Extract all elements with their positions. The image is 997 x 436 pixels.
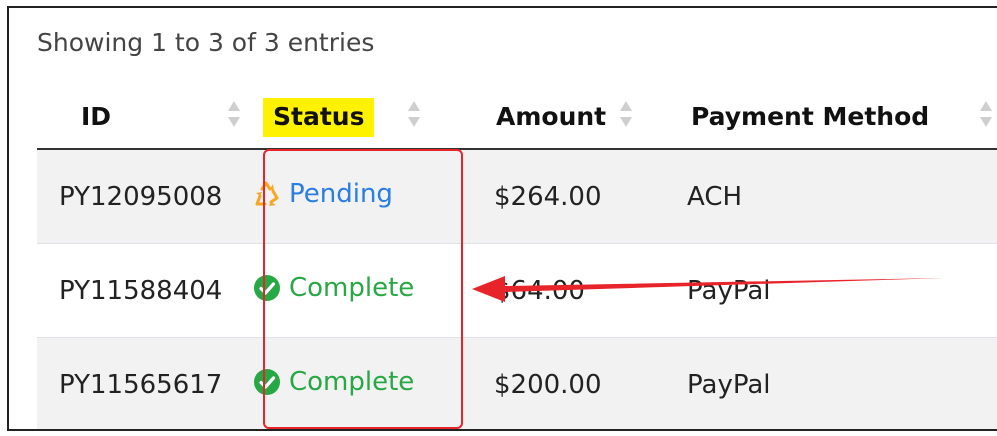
sort-icon[interactable] bbox=[227, 101, 240, 129]
status-label: Complete bbox=[289, 366, 415, 397]
sort-icon[interactable] bbox=[407, 101, 420, 129]
recycle-icon bbox=[255, 181, 279, 206]
cell-payment-method: ACH bbox=[647, 148, 997, 244]
column-header-label: Status bbox=[263, 98, 375, 138]
column-header-status[interactable]: Status bbox=[247, 84, 472, 150]
cell-amount: $64.00 bbox=[472, 243, 647, 338]
column-header-payment-method[interactable]: Payment Method bbox=[647, 84, 997, 150]
table-frame: Showing 1 to 3 of 3 entries ID Status Am… bbox=[7, 6, 997, 431]
status-label: Complete bbox=[289, 272, 415, 303]
table-row[interactable]: PY11588404 Complete $64.00 PayPal bbox=[37, 243, 997, 338]
status-complete: Complete bbox=[253, 273, 414, 303]
cell-payment-method: PayPal bbox=[647, 337, 997, 429]
cell-id: PY11565617 bbox=[37, 337, 247, 429]
table-row[interactable]: PY12095008 Pending $264.00 ACH bbox=[37, 148, 997, 244]
cell-amount: $264.00 bbox=[472, 148, 647, 244]
status-label: Pending bbox=[289, 178, 393, 209]
status-complete: Complete bbox=[253, 367, 414, 397]
column-header-label: Amount bbox=[496, 102, 607, 132]
cell-status: Complete bbox=[247, 337, 472, 429]
column-header-amount[interactable]: Amount bbox=[472, 84, 647, 150]
entries-info: Showing 1 to 3 of 3 entries bbox=[37, 28, 375, 57]
table-row[interactable]: PY11565617 Complete $200.00 PayPal bbox=[37, 337, 997, 429]
check-circle-icon bbox=[254, 274, 280, 301]
column-header-label: Payment Method bbox=[691, 102, 930, 132]
cell-id: PY11588404 bbox=[37, 243, 247, 338]
check-circle-icon bbox=[254, 368, 280, 395]
cell-amount: $200.00 bbox=[472, 337, 647, 429]
cell-status: Complete bbox=[247, 243, 472, 338]
column-header-label: ID bbox=[81, 102, 112, 132]
payments-table: ID Status Amount Payment Method PY120950… bbox=[37, 84, 997, 429]
cell-status: Pending bbox=[247, 148, 472, 244]
column-header-id[interactable]: ID bbox=[37, 84, 247, 150]
sort-icon[interactable] bbox=[979, 101, 992, 129]
cell-payment-method: PayPal bbox=[647, 243, 997, 338]
table-header-row: ID Status Amount Payment Method bbox=[37, 84, 997, 150]
sort-icon[interactable] bbox=[619, 101, 632, 129]
status-pending: Pending bbox=[253, 179, 393, 209]
cell-id: PY12095008 bbox=[37, 148, 247, 244]
